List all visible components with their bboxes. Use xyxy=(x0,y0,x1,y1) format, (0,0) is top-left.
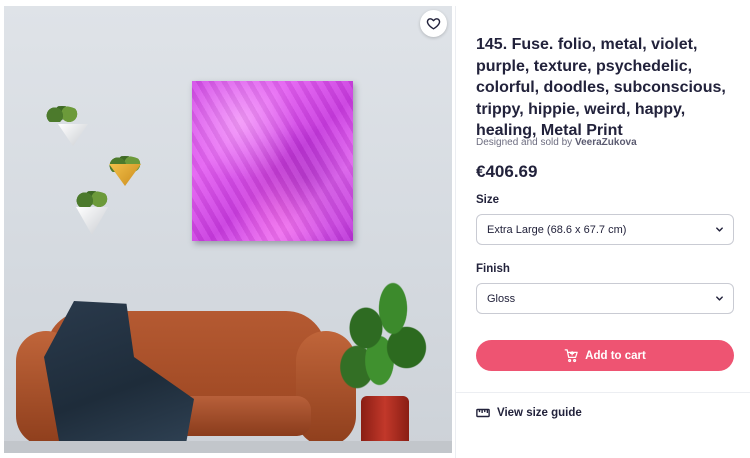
wall-planter-3 xyxy=(74,191,112,235)
artist-link[interactable]: VeeraZukova xyxy=(575,137,637,148)
heart-outline-icon xyxy=(426,18,441,30)
product-preview-image xyxy=(4,6,452,453)
floor xyxy=(4,441,452,453)
add-to-cart-button[interactable]: Add to cart xyxy=(476,340,734,371)
add-to-cart-label: Add to cart xyxy=(585,349,646,362)
favorite-button[interactable] xyxy=(420,10,447,37)
product-title: 145. Fuse. folio, metal, violet, purple,… xyxy=(476,36,726,139)
floor-plant xyxy=(339,276,429,453)
product-price: €406.69 xyxy=(476,162,538,181)
cart-icon xyxy=(564,349,578,363)
size-label: Size xyxy=(476,194,500,206)
size-select-value: Extra Large (68.6 x 67.7 cm) xyxy=(487,223,627,236)
metal-print-artwork xyxy=(192,81,353,241)
size-select[interactable]: Extra Large (68.6 x 67.7 cm) xyxy=(476,214,734,245)
finish-select[interactable]: Gloss xyxy=(476,283,734,314)
byline-prefix: Designed and sold by xyxy=(476,137,573,148)
size-guide-label: View size guide xyxy=(497,407,582,419)
ruler-icon xyxy=(476,408,490,418)
product-page: 145. Fuse. folio, metal, violet, purple,… xyxy=(0,0,750,458)
sofa xyxy=(16,301,356,453)
divider xyxy=(456,392,750,393)
chevron-down-icon xyxy=(716,227,723,232)
product-info-panel: 145. Fuse. folio, metal, violet, purple,… xyxy=(455,6,750,458)
product-byline: Designed and sold by VeeraZukova xyxy=(476,137,637,148)
finish-label: Finish xyxy=(476,263,510,275)
view-size-guide-link[interactable]: View size guide xyxy=(476,407,582,419)
finish-select-value: Gloss xyxy=(487,292,516,305)
chevron-down-icon xyxy=(716,296,723,301)
wall-planter-2 xyxy=(107,156,143,186)
wall-planter-1 xyxy=(44,106,88,146)
